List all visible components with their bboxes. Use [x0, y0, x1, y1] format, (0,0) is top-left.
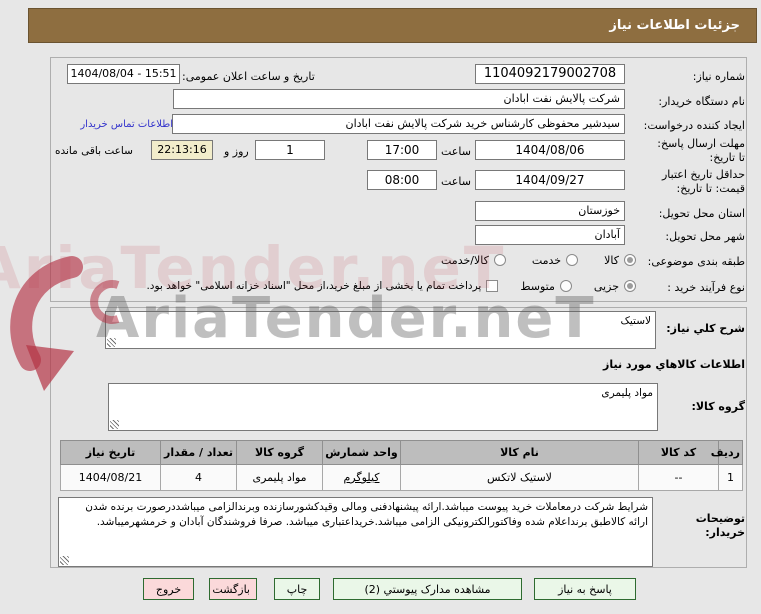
view-attached-documents-button[interactable]: مشاهده مدارک پیوستي (2): [333, 578, 522, 600]
radio-medium-icon[interactable]: [559, 280, 572, 292]
cell-row: 1: [718, 464, 743, 491]
process-type-options: جزیی متوسط پرداخت تمام یا بخشی از مبلغ خ…: [146, 278, 636, 294]
request-creator-label: ایجاد کننده درخواست:: [643, 119, 745, 132]
delivery-province-field[interactable]: خوزستان: [475, 201, 625, 221]
buyer-notes-value: شرایط شرکت درمعاملات خرید پیوست میباشد.ا…: [85, 501, 648, 528]
announce-datetime-label: تاریخ و ساعت اعلان عمومی:: [182, 70, 315, 83]
process-type-label: نوع فرآیند خرید :: [667, 281, 745, 294]
option-goods-label: کالا: [604, 253, 619, 267]
option-minor[interactable]: جزیی: [594, 280, 636, 293]
treasury-checkbox-label: پرداخت تمام یا بخشی از مبلغ خرید،از محل …: [146, 280, 482, 292]
need-number-field[interactable]: 1104092179002708: [475, 64, 625, 84]
goods-table-row: 1 -- لاستیک لاتکس کیلوگرم مواد پلیمری 4 …: [60, 464, 743, 491]
deadline-time-field[interactable]: 17:00: [367, 140, 437, 160]
goods-group-value: مواد پلیمری: [601, 387, 653, 399]
delivery-city-label: شهر محل تحویل:: [665, 230, 745, 243]
option-medium-label: متوسط: [520, 279, 555, 293]
col-need-date: تاریخ نیاز: [60, 440, 161, 465]
delivery-city-field[interactable]: آبادان: [475, 225, 625, 245]
buyer-notes-label: توضیحات خریدار:: [695, 512, 745, 539]
goods-table-header-row: ردیف کد کالا نام کالا واحد شمارش گروه کا…: [60, 440, 743, 465]
option-minor-label: جزیی: [593, 279, 619, 293]
radio-service-icon[interactable]: [566, 254, 579, 266]
goods-table: ردیف کد کالا نام کالا واحد شمارش گروه کا…: [60, 440, 743, 491]
general-description-textarea[interactable]: لاستیک: [105, 311, 656, 349]
general-description-value: لاستیک: [620, 315, 651, 327]
tender-details-page: جزئیات اطلاعات نیاز شماره نیاز: 11040921…: [0, 0, 761, 614]
remaining-days-field[interactable]: 1: [255, 140, 325, 160]
remaining-time-field[interactable]: 22:13:16: [151, 140, 213, 160]
col-row: ردیف: [711, 440, 743, 465]
exit-button[interactable]: خروج: [143, 578, 194, 600]
response-deadline-label: مهلت ارسال پاسخ: تا تاریخ:: [657, 137, 745, 164]
validity-hour-label: ساعت: [441, 175, 471, 188]
col-group: گروه کالا: [236, 440, 323, 465]
goods-group-textarea[interactable]: مواد پلیمری: [108, 383, 658, 431]
cell-quantity: 4: [160, 464, 237, 491]
col-item-code: کد کالا: [638, 440, 719, 465]
option-goods-service[interactable]: کالا/خدمت: [441, 254, 506, 267]
radio-goods-icon[interactable]: [624, 254, 636, 266]
print-button[interactable]: چاپ: [274, 578, 320, 600]
delivery-province-label: استان محل تحویل:: [658, 207, 745, 220]
radio-goods-service-icon[interactable]: [493, 254, 506, 266]
cell-group: مواد پلیمری: [236, 464, 323, 491]
need-number-label: شماره نیاز:: [692, 70, 745, 83]
radio-minor-icon[interactable]: [624, 280, 636, 292]
buyer-notes-textarea[interactable]: شرایط شرکت درمعاملات خرید پیوست میباشد.ا…: [58, 497, 653, 567]
back-button[interactable]: بازگشت: [209, 578, 257, 600]
validity-date-field[interactable]: 1404/09/27: [475, 170, 625, 190]
cell-item-code: --: [638, 464, 719, 491]
cell-need-date: 1404/08/21: [60, 464, 161, 491]
col-item-name: نام کالا: [400, 440, 639, 465]
treasury-payment-option[interactable]: پرداخت تمام یا بخشی از مبلغ خرید،از محل …: [146, 280, 499, 292]
resize-handle-icon[interactable]: [107, 338, 116, 347]
option-service-label: خدمت: [531, 253, 562, 267]
goods-group-label: گروه کالا:: [691, 400, 745, 413]
buyer-contact-link[interactable]: اطلاعات تماس خریدار: [80, 119, 173, 130]
treasury-checkbox[interactable]: [486, 280, 499, 292]
validity-time-field[interactable]: 08:00: [367, 170, 437, 190]
request-creator-field[interactable]: سیدشیر محفوظی کارشناس خرید شرکت پالایش ن…: [172, 114, 625, 134]
goods-section-header: اطلاعات کالاهاي مورد نیاز: [603, 358, 745, 371]
option-goods-service-label: کالا/خدمت: [441, 253, 489, 267]
classification-options: کالا خدمت کالا/خدمت: [441, 252, 636, 268]
remaining-suffix-label: ساعت باقی مانده: [55, 145, 133, 157]
price-validity-label: حداقل تاریخ اعتبار قیمت: تا تاریخ:: [661, 168, 745, 195]
buyer-org-label: نام دستگاه خریدار:: [658, 95, 745, 108]
resize-handle-icon[interactable]: [110, 420, 119, 429]
deadline-hour-label: ساعت: [441, 145, 471, 158]
buyer-org-field[interactable]: شرکت پالایش نفت ابادان: [173, 89, 625, 109]
classification-label: طبقه بندی موضوعی:: [647, 255, 745, 268]
option-goods[interactable]: کالا: [604, 254, 636, 267]
deadline-date-field[interactable]: 1404/08/06: [475, 140, 625, 160]
general-description-label: شرح کلي نیاز:: [666, 322, 745, 335]
option-medium[interactable]: متوسط: [520, 280, 572, 293]
cell-item-name: لاستیک لاتکس: [400, 464, 639, 491]
cell-unit-link[interactable]: کیلوگرم: [322, 464, 401, 491]
remaining-days-label: روز و: [224, 145, 249, 158]
col-unit: واحد شمارش: [322, 440, 401, 465]
respond-to-need-button[interactable]: پاسخ به نیاز: [534, 578, 636, 600]
col-quantity: تعداد / مقدار: [160, 440, 237, 465]
page-title: جزئیات اطلاعات نیاز: [28, 8, 757, 43]
option-service[interactable]: خدمت: [531, 253, 579, 267]
announce-datetime-field[interactable]: 1404/08/04 - 15:51: [67, 64, 180, 84]
resize-handle-icon[interactable]: [60, 556, 69, 565]
